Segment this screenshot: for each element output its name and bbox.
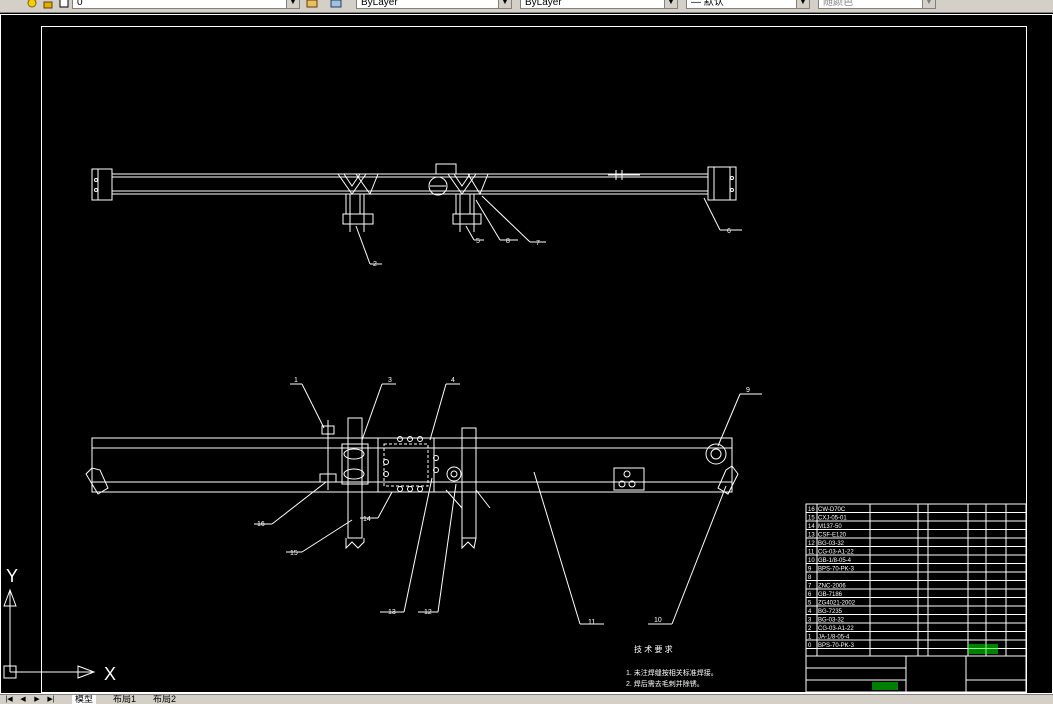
callout-label: 5 — [476, 238, 480, 245]
bom-item-no: 14 — [808, 524, 815, 530]
callout-label: 1 — [294, 377, 298, 384]
layer-previous-icon[interactable] — [330, 0, 342, 8]
bom-item-code: CXJ-05-01 — [818, 516, 847, 522]
callout-label: 16 — [257, 521, 265, 528]
bom-table: 16 CW-D70C15 CXJ-05-0114 M137-5013 CSF-E1201… — [808, 507, 856, 649]
bom-item-no: 13 — [808, 533, 815, 539]
plotstyle-value: 随颜色 — [823, 0, 853, 8]
layer-dropdown[interactable]: 0 ▼ — [72, 0, 300, 9]
color-square-icon[interactable] — [58, 0, 70, 8]
tech-note: 2. 焊后需去毛刺并除锈。 — [626, 679, 704, 688]
sun-icon[interactable] — [26, 0, 38, 8]
drawing-frame — [41, 26, 1027, 693]
linetype-value: ByLayer — [525, 0, 562, 8]
bom-item-code: JA-1/8-05-4 — [818, 635, 850, 641]
callout-label: 13 — [388, 609, 396, 616]
front-callouts: 1 3 4 9 16 14 15 13 12 11 10 — [257, 377, 750, 626]
callout-label: 6 — [727, 228, 731, 235]
ucs-x-label: X — [104, 664, 116, 684]
bom-item-code: CG-03-A1-22 — [818, 550, 854, 556]
top-view — [91, 163, 742, 265]
bom-item-code: BG-03-32 — [818, 618, 845, 624]
bom-item-code: BPS-70-PK-3 — [818, 643, 855, 649]
paper-border — [0, 14, 1053, 694]
chevron-down-icon: ▼ — [286, 0, 299, 8]
tech-note: 1. 未注焊缝按相关标准焊接。 — [626, 668, 718, 677]
bom-item-code: GB-1/8-05-4 — [818, 558, 852, 564]
layer-manager-icon[interactable] — [306, 0, 318, 8]
bom-item-no: 12 — [808, 541, 815, 547]
callout-label: 8 — [506, 238, 510, 245]
front-view — [85, 383, 762, 625]
bom-item-code: ZNC-2006 — [818, 584, 846, 590]
linetype-dropdown[interactable]: ByLayer ▼ — [520, 0, 678, 9]
callout-label: 4 — [451, 377, 455, 384]
bom-item-code: CSF-E120 — [818, 533, 847, 539]
ucs-y-label: Y — [6, 566, 18, 586]
bom-item-code: M137-50 — [818, 524, 842, 530]
callout-label: 7 — [536, 240, 540, 247]
top-callouts: 2 5 8 7 6 — [373, 228, 731, 268]
tech-title: 技 术 要 求 — [634, 644, 673, 654]
plotstyle-dropdown[interactable]: 随颜色 ▼ — [818, 0, 936, 9]
callout-label: 14 — [363, 516, 371, 523]
technical-requirements: 技 术 要 求 1. 未注焊缝按相关标准焊接。 2. 焊后需去毛刺并除锈。 — [626, 644, 718, 688]
bom-item-code: BPS-70-PK-3 — [818, 567, 855, 573]
color-dropdown[interactable]: ByLayer ▼ — [356, 0, 512, 9]
chevron-down-icon: ▼ — [922, 0, 935, 8]
callout-label: 11 — [588, 619, 595, 626]
callout-label: 3 — [388, 377, 392, 384]
bom-item-code: CW-D70C — [818, 507, 846, 513]
callout-label: 9 — [746, 387, 750, 394]
bom-item-no: 16 — [808, 507, 815, 513]
bom-item-code: ZG4021-2002 — [818, 601, 856, 607]
callout-label: 12 — [424, 609, 432, 616]
bom-item-code: BG-7235 — [818, 609, 843, 615]
bom-item-no: 11 — [808, 550, 815, 556]
callout-label: 15 — [290, 550, 298, 557]
lock-icon[interactable] — [42, 0, 54, 9]
bom-item-no: 10 — [808, 558, 815, 564]
lineweight-dropdown[interactable]: — 默认 ▼ — [686, 0, 810, 9]
bom-item-code: CG-03-A1-22 — [818, 626, 854, 632]
callout-label: 10 — [654, 617, 662, 624]
color-value: ByLayer — [361, 0, 398, 8]
bom-item-code: BG-03-32 — [818, 541, 845, 547]
bom-item-no: 15 — [808, 516, 815, 522]
chevron-down-icon: ▼ — [664, 0, 677, 8]
layer-value: 0 — [77, 0, 83, 8]
chevron-down-icon: ▼ — [498, 0, 511, 8]
drawing-svg: 2 5 8 7 6 1 3 4 9 16 14 15 13 12 11 10 技… — [0, 14, 1053, 694]
callout-label: 2 — [373, 261, 377, 268]
chevron-down-icon: ▼ — [796, 0, 809, 8]
lineweight-value: — 默认 — [691, 0, 724, 8]
model-space-canvas[interactable]: 2 5 8 7 6 1 3 4 9 16 14 15 13 12 11 10 技… — [0, 12, 1053, 694]
bom-item-code: GB-7186 — [818, 592, 843, 598]
ucs-icon: Y X — [3, 566, 116, 684]
